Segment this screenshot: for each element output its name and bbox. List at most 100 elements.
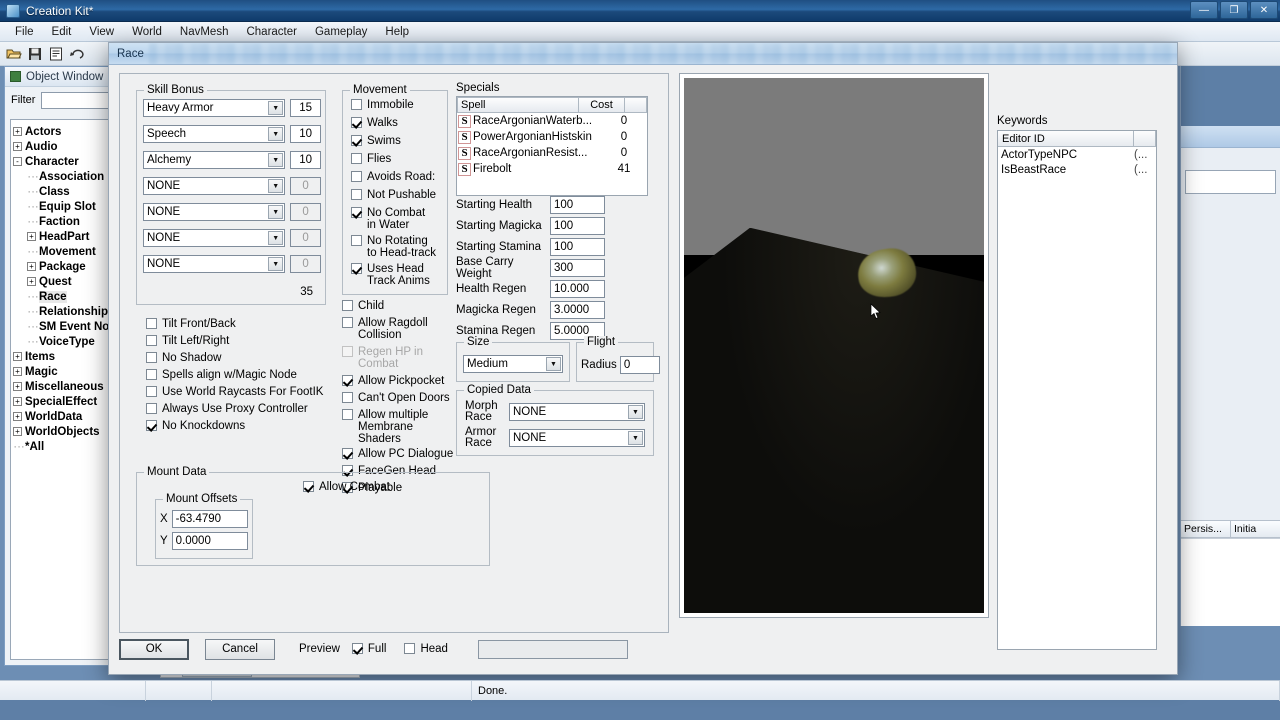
expand-icon[interactable]: + <box>13 127 22 136</box>
flag-allow-ragdoll-collision[interactable]: Allow Ragdoll Collision <box>342 317 454 341</box>
menu-character[interactable]: Character <box>237 24 306 40</box>
flag-use-world-raycasts-for-footik[interactable]: Use World Raycasts For FootIK <box>146 386 346 398</box>
chevron-down-icon[interactable]: ▼ <box>268 127 284 141</box>
expand-icon[interactable]: + <box>13 142 22 151</box>
specials-row[interactable]: S Firebolt 41 <box>457 161 647 177</box>
movement-checkbox-avoids-road-[interactable]: Avoids Road: <box>351 171 443 183</box>
skill-combo-5[interactable]: NONE ▼ <box>143 229 286 247</box>
specials-row[interactable]: S RaceArgonianResist... 0 <box>457 145 647 161</box>
open-folder-icon[interactable] <box>4 44 24 64</box>
keywords-list[interactable]: Editor ID ActorTypeNPC (... IsBeastRace (..… <box>997 130 1157 650</box>
flag-allow-pickpocket[interactable]: Allow Pickpocket <box>342 375 454 387</box>
specials-column-spell[interactable]: Spell <box>457 97 579 113</box>
save-icon[interactable] <box>25 44 45 64</box>
flag-child[interactable]: Child <box>342 300 454 312</box>
skill-value-3[interactable]: 0 <box>290 177 321 195</box>
expand-icon[interactable]: + <box>27 232 36 241</box>
minimize-button[interactable]: — <box>1190 1 1218 19</box>
stat-input[interactable]: 3.0000 <box>550 300 605 319</box>
stat-input[interactable]: 10.000 <box>550 279 605 298</box>
flag-no-knockdowns[interactable]: No Knockdowns <box>146 420 346 432</box>
menu-world[interactable]: World <box>123 24 171 40</box>
morph-race-combo[interactable]: NONE ▼ <box>509 403 645 421</box>
expand-icon[interactable]: + <box>13 352 22 361</box>
properties-icon[interactable] <box>46 44 66 64</box>
armor-race-combo[interactable]: NONE ▼ <box>509 429 645 447</box>
menu-help[interactable]: Help <box>376 24 418 40</box>
allow-combat-checkbox[interactable]: Allow Combat <box>303 481 390 493</box>
skill-combo-6[interactable]: NONE ▼ <box>143 255 286 273</box>
chevron-down-icon[interactable]: ▼ <box>546 357 561 371</box>
menu-gameplay[interactable]: Gameplay <box>306 24 376 40</box>
expand-icon[interactable]: + <box>13 427 22 436</box>
skill-value-4[interactable]: 0 <box>290 203 321 221</box>
ok-button[interactable]: OK <box>119 638 189 660</box>
close-button[interactable]: ✕ <box>1250 1 1278 19</box>
cancel-button[interactable]: Cancel <box>205 638 275 660</box>
movement-checkbox-uses-head[interactable]: Uses Head Track Anims <box>351 263 443 287</box>
menu-edit[interactable]: Edit <box>43 24 81 40</box>
skill-value-6[interactable]: 0 <box>290 255 321 273</box>
flag-always-use-proxy-controller[interactable]: Always Use Proxy Controller <box>146 403 346 415</box>
chevron-down-icon[interactable]: ▼ <box>268 153 284 167</box>
skill-combo-3[interactable]: NONE ▼ <box>143 177 286 195</box>
chevron-down-icon[interactable]: ▼ <box>268 101 284 115</box>
flag-allow-pc-dialogue[interactable]: Allow PC Dialogue <box>342 448 454 460</box>
skill-value-5[interactable]: 0 <box>290 229 321 247</box>
keyword-row[interactable]: ActorTypeNPC (... <box>998 147 1156 162</box>
keywords-column-editor-id[interactable]: Editor ID <box>998 131 1134 147</box>
specials-column-cost[interactable]: Cost <box>579 97 625 113</box>
undo-icon[interactable] <box>67 44 87 64</box>
chevron-down-icon[interactable]: ▼ <box>628 405 643 419</box>
movement-checkbox-no-combat[interactable]: No Combat in Water <box>351 207 443 231</box>
maximize-button[interactable]: ❐ <box>1220 1 1248 19</box>
skill-value-0[interactable]: 15 <box>290 99 321 117</box>
background-right-field[interactable] <box>1185 170 1276 194</box>
stat-input[interactable]: 300 <box>550 258 605 277</box>
movement-checkbox-swims[interactable]: Swims <box>351 135 443 147</box>
mount-offset-x-input[interactable]: -63.4790 <box>171 510 248 528</box>
flight-radius-input[interactable]: 0 <box>619 356 660 374</box>
chevron-down-icon[interactable]: ▼ <box>268 205 284 219</box>
skill-value-1[interactable]: 10 <box>290 125 321 143</box>
mount-offset-y-input[interactable]: 0.0000 <box>171 532 248 550</box>
dialog-status-field[interactable] <box>477 639 628 659</box>
movement-checkbox-walks[interactable]: Walks <box>351 117 443 129</box>
chevron-down-icon[interactable]: ▼ <box>268 257 284 271</box>
expand-icon[interactable]: + <box>27 262 36 271</box>
expand-icon[interactable]: + <box>13 382 22 391</box>
menu-view[interactable]: View <box>80 24 123 40</box>
flag-can-t-open-doors[interactable]: Can't Open Doors <box>342 392 454 404</box>
movement-checkbox-immobile[interactable]: Immobile <box>351 99 443 111</box>
movement-checkbox-not-pushable[interactable]: Not Pushable <box>351 189 443 201</box>
skill-combo-0[interactable]: Heavy Armor ▼ <box>143 99 286 117</box>
flag-tilt-left-right[interactable]: Tilt Left/Right <box>146 335 346 347</box>
movement-checkbox-no-rotating[interactable]: No Rotating to Head-track <box>351 235 443 259</box>
expand-icon[interactable]: + <box>13 397 22 406</box>
movement-checkbox-flies[interactable]: Flies <box>351 153 443 165</box>
expand-icon[interactable]: + <box>13 367 22 376</box>
keyword-row[interactable]: IsBeastRace (... <box>998 162 1156 177</box>
chevron-down-icon[interactable]: ▼ <box>268 179 284 193</box>
preview-3d-viewport[interactable] <box>684 78 984 613</box>
stat-input[interactable]: 100 <box>550 237 605 256</box>
keywords-column-value[interactable] <box>1134 131 1156 147</box>
menu-file[interactable]: File <box>6 24 43 40</box>
skill-combo-2[interactable]: Alchemy ▼ <box>143 151 286 169</box>
flag-tilt-front-back[interactable]: Tilt Front/Back <box>146 318 346 330</box>
preview-head-checkbox[interactable]: Head <box>404 643 448 655</box>
skill-value-2[interactable]: 10 <box>290 151 321 169</box>
collapse-icon[interactable]: - <box>13 157 22 166</box>
column-header-initially[interactable]: Initia <box>1231 520 1280 538</box>
flag-allow-multiple[interactable]: Allow multiple Membrane Shaders <box>342 409 454 445</box>
stat-input[interactable]: 100 <box>550 216 605 235</box>
expand-icon[interactable]: + <box>13 412 22 421</box>
specials-list[interactable]: Spell Cost S RaceArgonianWaterb... 0 S Power… <box>456 96 648 196</box>
column-header-persistent[interactable]: Persis... <box>1181 520 1231 538</box>
expand-icon[interactable]: + <box>27 277 36 286</box>
stat-input[interactable]: 100 <box>550 195 605 214</box>
preview-full-checkbox[interactable]: Full <box>351 643 386 655</box>
size-combo[interactable]: Medium ▼ <box>463 355 563 373</box>
flag-no-shadow[interactable]: No Shadow <box>146 352 346 364</box>
flag-spells-align-w-magic-node[interactable]: Spells align w/Magic Node <box>146 369 346 381</box>
